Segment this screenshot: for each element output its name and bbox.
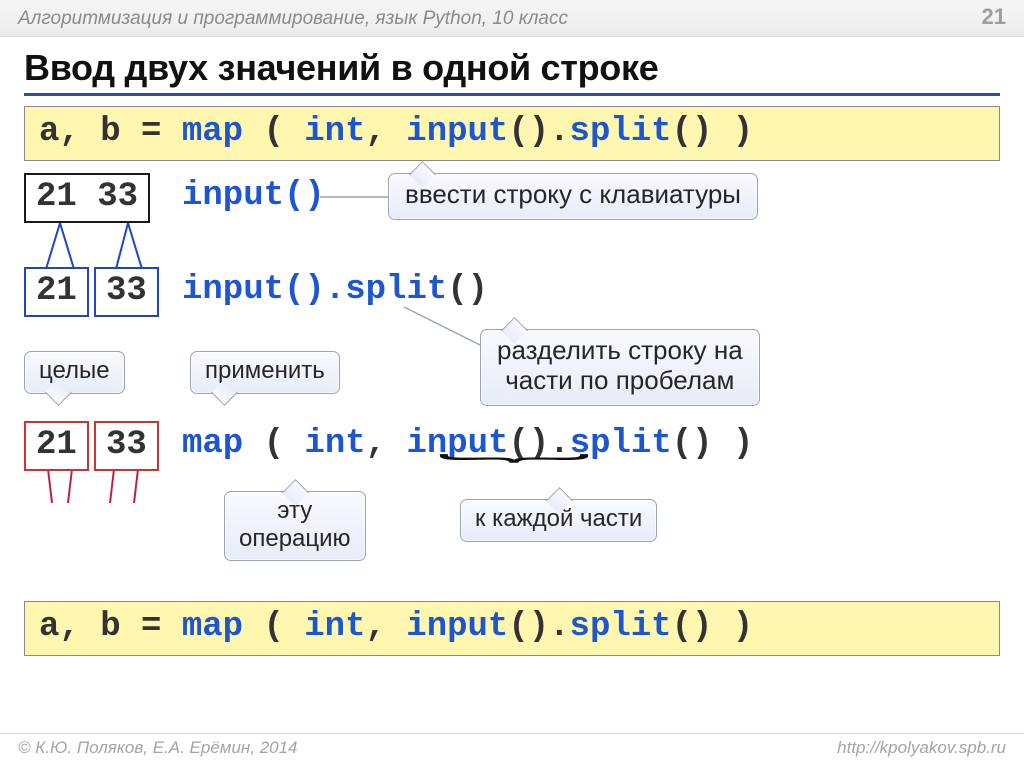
code-bottom-kw-map: map <box>182 608 243 646</box>
footer-copyright: © К.Ю. Поляков, Е.А. Ерёмин, 2014 <box>18 738 298 758</box>
box-map-a: 21 <box>24 421 89 471</box>
box-map-b: 33 <box>94 421 159 471</box>
box-split-b: 33 <box>94 267 159 317</box>
code-bottom: a, b = map ( int, input().split() ) <box>24 601 1000 656</box>
header-subject: Алгоритмизация и программирование, язык … <box>18 8 568 30</box>
code-top-kw-split: split <box>570 113 672 151</box>
label-to-each: к каждой части <box>460 499 657 542</box>
code-bottom-mid3: (). <box>508 608 569 646</box>
slide-header: Алгоритмизация и программирование, язык … <box>0 0 1024 37</box>
page-number: 21 <box>982 4 1006 30</box>
code-top-prefix: a, b = <box>39 113 182 151</box>
code-bottom-kw-input: input <box>406 608 508 646</box>
code-bottom-kw-int: int <box>304 608 365 646</box>
code-top: a, b = map ( int, input().split() ) <box>24 106 1000 161</box>
code-bottom-kw-split: split <box>570 608 672 646</box>
slide-title: Ввод двух значений в одной строке <box>24 47 1000 96</box>
underbrace-icon: ︸ <box>436 471 496 496</box>
code-top-mid3: (). <box>508 113 569 151</box>
code-top-kw-map: map <box>182 113 243 151</box>
code-split-call: input().split() <box>182 271 488 309</box>
connector-lines <box>24 173 1000 657</box>
diagram-area: 21 33 input() ввести строку с клавиатуры… <box>24 173 1000 657</box>
code-top-kw-input: input <box>406 113 508 151</box>
code-bottom-prefix: a, b = <box>39 608 182 646</box>
code-top-suffix: () ) <box>672 113 754 151</box>
box-split-a: 21 <box>24 267 89 317</box>
callout-input-desc: ввести строку с клавиатуры <box>388 173 758 220</box>
code-bottom-mid2: , <box>365 608 406 646</box>
label-this-op: эту операцию <box>224 491 366 561</box>
callout-split-desc: разделить строку на части по пробелам <box>480 329 760 406</box>
code-bottom-mid1: ( <box>243 608 304 646</box>
code-bottom-suffix: () ) <box>672 608 754 646</box>
box-input-raw: 21 33 <box>24 173 150 223</box>
footer-url: http://kpolyakov.spb.ru <box>837 738 1006 758</box>
code-top-mid2: , <box>365 113 406 151</box>
code-top-mid1: ( <box>243 113 304 151</box>
code-input-call: input() <box>182 177 325 215</box>
label-integers: целые <box>24 351 125 394</box>
label-apply: применить <box>190 351 340 394</box>
slide-content: Ввод двух значений в одной строке a, b =… <box>0 37 1024 657</box>
slide-footer: © К.Ю. Поляков, Е.А. Ерёмин, 2014 http:/… <box>0 733 1024 768</box>
code-top-kw-int: int <box>304 113 365 151</box>
